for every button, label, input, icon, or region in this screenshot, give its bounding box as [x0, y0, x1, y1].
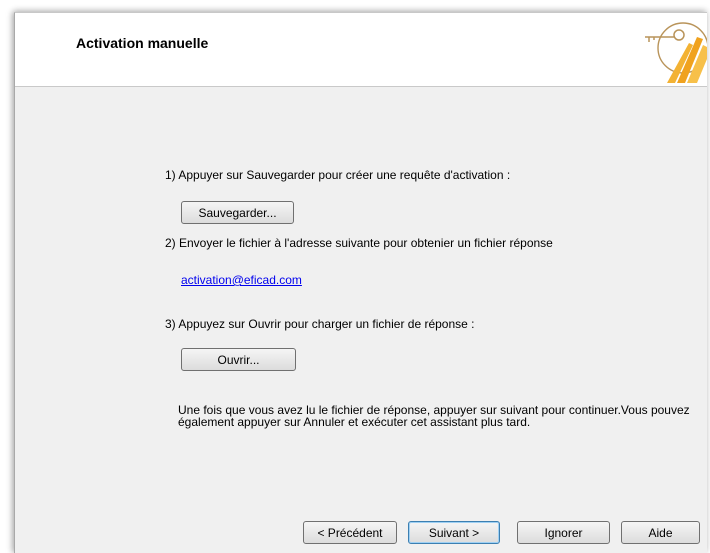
page-title: Activation manuelle: [76, 35, 209, 51]
key-sun-logo-icon: [637, 13, 709, 83]
email-link[interactable]: activation@eficad.com: [181, 273, 302, 287]
next-button[interactable]: Suivant >: [408, 521, 500, 544]
info-note: Une fois que vous avez lu le fichier de …: [178, 403, 690, 429]
open-button[interactable]: Ouvrir...: [181, 348, 296, 371]
help-button[interactable]: Aide: [621, 521, 700, 544]
ignore-button[interactable]: Ignorer: [517, 521, 610, 544]
step2-instruction: 2) Envoyer le fichier à l'adresse suivan…: [165, 236, 553, 250]
previous-button[interactable]: < Précédent: [303, 521, 397, 544]
step3-instruction: 3) Appuyez sur Ouvrir pour charger un fi…: [165, 317, 475, 331]
activation-wizard-window: Activation manuelle 1) Appuyer sur Sauve…: [14, 12, 709, 553]
step1-instruction: 1) Appuyer sur Sauvegarder pour créer un…: [165, 168, 511, 182]
save-button[interactable]: Sauvegarder...: [181, 201, 294, 224]
wizard-header: Activation manuelle: [15, 13, 709, 87]
